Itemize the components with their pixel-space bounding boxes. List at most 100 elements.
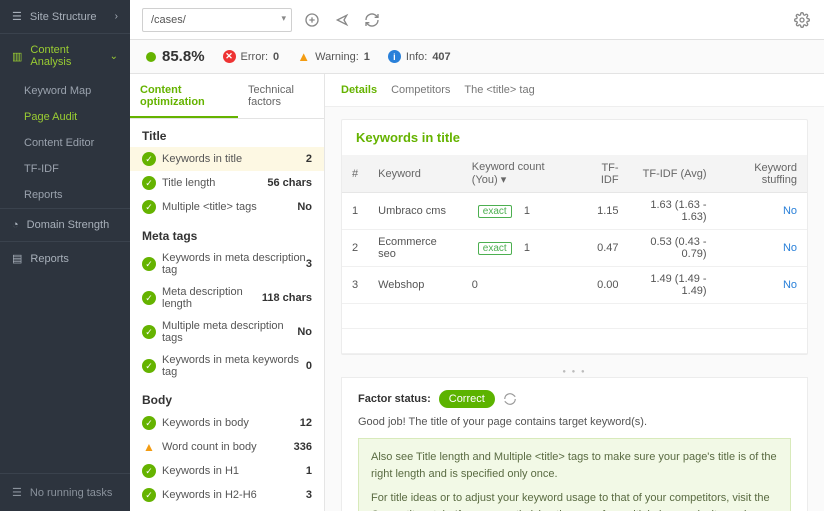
warning-icon: ▲	[297, 50, 310, 63]
column-header[interactable]: Keyword stuffing	[717, 155, 807, 193]
stats-row: 85.8% ✕ Error: 0 ▲ Warning: 1 i Info: 40…	[130, 40, 824, 74]
table-cell: Webshop	[368, 267, 462, 304]
factor-label: Keywords in meta keywords tag	[162, 354, 306, 378]
factor-value: 56 chars	[267, 177, 312, 189]
factor-row[interactable]: ✓Keywords in body12	[130, 411, 324, 435]
nav-content-editor[interactable]: Content Editor	[0, 130, 130, 156]
tip-text-1: Also see Title length and Multiple <titl…	[371, 449, 778, 482]
tab-technical-factors[interactable]: Technical factors	[238, 74, 324, 118]
label: Error:	[241, 51, 269, 63]
check-icon: ✓	[142, 200, 156, 214]
warning-stat[interactable]: ▲ Warning: 1	[297, 50, 370, 63]
factor-value: 2	[306, 153, 312, 165]
tasks-bar[interactable]: ☰ No running tasks	[0, 473, 130, 511]
content-area: Content optimization Technical factors T…	[130, 74, 824, 511]
tab-details[interactable]: Details	[341, 84, 377, 100]
factor-value: 3	[306, 258, 312, 270]
exact-badge: exact	[478, 205, 512, 218]
chevron-down-icon: ⌄	[110, 51, 118, 62]
resize-handle[interactable]: ● ● ●	[329, 367, 820, 377]
factor-row[interactable]: ✓Keywords in H2-H63	[130, 483, 324, 507]
factor-row[interactable]: ✓ Title length56 chars	[130, 171, 324, 195]
factor-row[interactable]: ✓Keywords in title2	[130, 147, 324, 171]
factor-row[interactable]: ✓ Keywords in meta description tag3	[130, 247, 324, 281]
table-row-empty	[342, 329, 807, 354]
info-stat[interactable]: i Info: 407	[388, 50, 451, 63]
nav-page-audit[interactable]: Page Audit	[0, 104, 130, 130]
table-cell: 0.47	[577, 230, 628, 267]
nav-tf-idf[interactable]: TF-IDF	[0, 156, 130, 182]
status-label: Factor status:	[358, 393, 431, 405]
chart-icon: ▥	[12, 50, 22, 63]
refresh-button[interactable]	[362, 10, 382, 30]
details-tabs: Details Competitors The <title> tag	[325, 74, 824, 107]
table-cell: 1.15	[577, 193, 628, 230]
check-icon: ✓	[142, 464, 156, 478]
add-button[interactable]	[302, 10, 322, 30]
column-header[interactable]: #	[342, 155, 368, 193]
factor-row[interactable]: ✓Keywords in H11	[130, 459, 324, 483]
factor-row[interactable]: ✓Meta description length118 chars	[130, 281, 324, 315]
factor-row[interactable]: ✓Keywords in meta keywords tag0	[130, 349, 324, 383]
value: 407	[432, 51, 450, 63]
factor-value: 1	[306, 465, 312, 477]
column-header[interactable]: Keyword	[368, 155, 462, 193]
settings-button[interactable]	[792, 10, 812, 30]
share-button[interactable]	[332, 10, 352, 30]
table-row[interactable]: 2Ecommerce seoexact 10.470.53 (0.43 - 0.…	[342, 230, 807, 267]
url-select[interactable]	[142, 8, 292, 32]
factor-label: Multiple meta description tags	[162, 320, 297, 344]
factor-group-heading: Title	[130, 119, 324, 147]
tip-text-2: For title ideas or to adjust your keywor…	[371, 490, 778, 511]
check-icon: ✓	[142, 176, 156, 190]
main: 85.8% ✕ Error: 0 ▲ Warning: 1 i Info: 40…	[130, 0, 824, 511]
label: Reports	[30, 253, 69, 265]
nav-content-analysis[interactable]: ▥ Content Analysis ⌄	[0, 34, 130, 78]
details-panel: Details Competitors The <title> tag Keyw…	[325, 74, 824, 511]
column-header[interactable]: TF-IDF	[577, 155, 628, 193]
nav-reports[interactable]: ▤ Reports	[0, 242, 130, 275]
factor-label: Multiple <title> tags	[162, 201, 297, 213]
score-value: 85.8%	[162, 48, 205, 65]
factor-row[interactable]: ▲Word count in body336	[130, 435, 324, 459]
label: No running tasks	[30, 487, 113, 499]
error-stat[interactable]: ✕ Error: 0	[223, 50, 280, 63]
nav-reports-sub[interactable]: Reports	[0, 182, 130, 208]
status-block: Factor status: Correct Good job! The tit…	[341, 377, 808, 511]
table-row[interactable]: 1Umbraco cmsexact 11.151.63 (1.63 - 1.63…	[342, 193, 807, 230]
factor-label: Title length	[162, 177, 267, 189]
toolbar	[130, 0, 824, 40]
status-message: Good job! The title of your page contain…	[358, 416, 791, 428]
tip-box: Also see Title length and Multiple <titl…	[358, 438, 791, 511]
factor-group-heading: Meta tags	[130, 219, 324, 247]
nav-domain-strength[interactable]: ◔ Domain Strength	[0, 208, 130, 242]
keywords-card: Keywords in title #KeywordKeyword count …	[341, 119, 808, 355]
table-cell: Ecommerce seo	[368, 230, 462, 267]
factor-row[interactable]: ✓Multiple <title> tagsNo	[130, 195, 324, 219]
factor-group-heading: Body	[130, 383, 324, 411]
table-cell: exact 1	[462, 230, 578, 267]
tasks-icon: ☰	[12, 486, 22, 499]
column-header[interactable]: TF-IDF (Avg)	[629, 155, 717, 193]
factor-row[interactable]: ✓Keywords in bold1	[130, 507, 324, 511]
tab-title-tag[interactable]: The <title> tag	[464, 84, 534, 100]
tab-content-optimization[interactable]: Content optimization	[130, 74, 238, 118]
refresh-status-button[interactable]	[503, 392, 517, 406]
label: Domain Strength	[27, 219, 110, 231]
table-cell: 1.49 (1.49 - 1.49)	[629, 267, 717, 304]
factor-label: Word count in body	[162, 441, 294, 453]
check-icon: ✓	[142, 359, 156, 373]
table-cell: 3	[342, 267, 368, 304]
nav-site-structure[interactable]: ☰ Site Structure ›	[0, 0, 130, 34]
warning-icon: ▲	[142, 440, 156, 454]
table-cell: 2	[342, 230, 368, 267]
nav-keyword-map[interactable]: Keyword Map	[0, 78, 130, 104]
column-header[interactable]: Keyword count (You) ▾	[462, 155, 578, 193]
factor-label: Keywords in meta description tag	[162, 252, 306, 276]
tab-competitors[interactable]: Competitors	[391, 84, 450, 100]
factor-label: Meta description length	[162, 286, 262, 310]
table-row[interactable]: 3Webshop00.001.49 (1.49 - 1.49)No	[342, 267, 807, 304]
factor-row[interactable]: ✓Multiple meta description tagsNo	[130, 315, 324, 349]
check-icon: ✓	[142, 291, 156, 305]
check-icon: ✓	[142, 257, 156, 271]
